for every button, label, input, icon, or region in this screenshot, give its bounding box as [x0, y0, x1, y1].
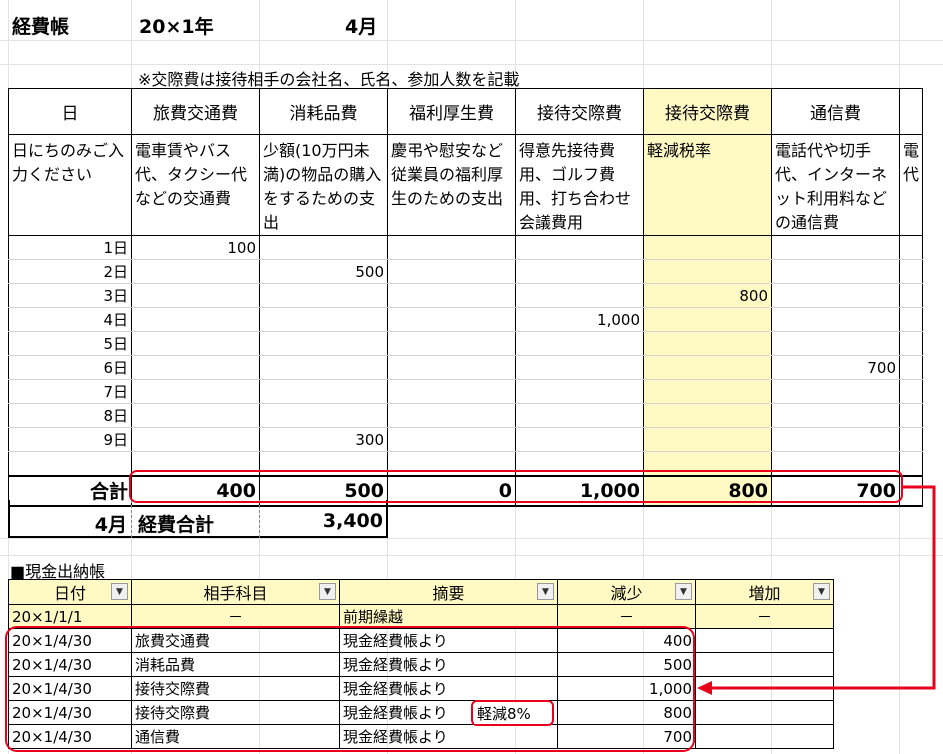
link-arrow-head	[697, 681, 712, 695]
link-arrow-line	[705, 485, 936, 690]
link-arrow	[697, 485, 936, 695]
